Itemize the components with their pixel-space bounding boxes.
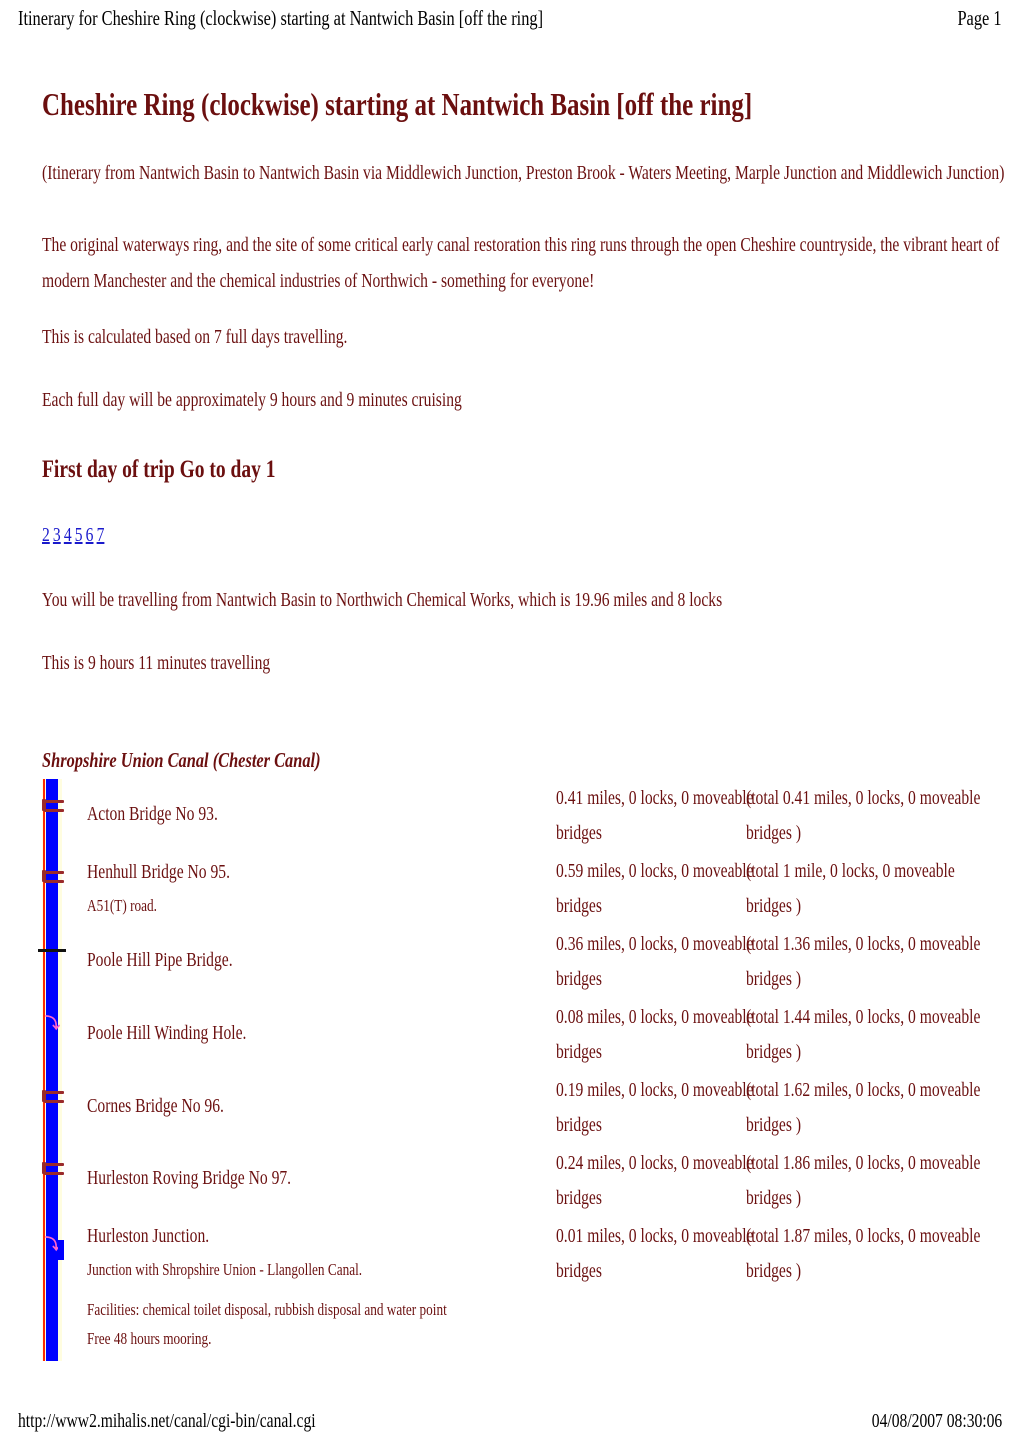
day-link-3[interactable]: 3	[53, 524, 61, 546]
entry-total-distance: (total 1 mile, 0 locks, 0 moveable bridge…	[746, 860, 955, 917]
entry-total-distance: (total 1.86 miles, 0 locks, 0 moveable br…	[746, 1152, 981, 1209]
entry-name: Hurleston Junction.	[87, 1225, 210, 1247]
travel-time: This is 9 hours 11 minutes travelling	[42, 652, 271, 674]
pipe-bridge-icon	[38, 949, 66, 952]
itinerary-route: (Itinerary from Nantwich Basin to Nantwi…	[42, 162, 1005, 184]
print-footer-url: http://www2.mihalis.net/canal/cgi-bin/ca…	[18, 1410, 316, 1432]
day-links: 234567	[42, 524, 126, 547]
canal-name: Shropshire Union Canal (Chester Canal)	[42, 748, 321, 772]
canal-bank	[43, 779, 45, 1361]
entry-total-distance: (total 1.62 miles, 0 locks, 0 moveable br…	[746, 1079, 981, 1136]
entry-total-distance: (total 1.44 miles, 0 locks, 0 moveable br…	[746, 1006, 981, 1063]
junction-arm	[58, 1240, 64, 1260]
description-line: modern Manchester and the chemical indus…	[42, 270, 595, 292]
day-length: Each full day will be approximately 9 ho…	[42, 389, 462, 411]
print-header-page: Page 1	[957, 6, 1002, 30]
page-title: Cheshire Ring (clockwise) starting at Na…	[42, 86, 753, 122]
bridge-icon	[42, 797, 70, 817]
entry-name: Hurleston Roving Bridge No 97.	[87, 1167, 292, 1189]
day-link-5[interactable]: 5	[75, 524, 83, 546]
canal-strip: ⤵ ⤵	[38, 779, 66, 1361]
bridge-icon	[42, 868, 70, 888]
print-header-title: Itinerary for Cheshire Ring (clockwise) …	[18, 6, 544, 30]
entry-total-distance: (total 1.36 miles, 0 locks, 0 moveable br…	[746, 933, 981, 990]
ring-description: The original waterways ring, and the sit…	[42, 227, 1020, 299]
entry-facilities: Facilities: chemical toilet disposal, ru…	[87, 1300, 447, 1319]
day-link-6[interactable]: 6	[86, 524, 94, 546]
entry-name: Acton Bridge No 93.	[87, 803, 218, 825]
canal-water	[46, 779, 58, 1361]
description-line: The original waterways ring, and the sit…	[42, 234, 1000, 256]
day-link-4[interactable]: 4	[64, 524, 72, 546]
entry-note: A51(T) road.	[87, 896, 157, 915]
day-heading: First day of trip Go to day 1	[42, 456, 276, 483]
winding-hole-icon: ⤵	[45, 1014, 61, 1032]
entry-name: Poole Hill Pipe Bridge.	[87, 949, 233, 971]
entry-name: Poole Hill Winding Hole.	[87, 1022, 247, 1044]
bridge-icon	[42, 1088, 70, 1108]
entry-note: Junction with Shropshire Union - Llangol…	[87, 1260, 363, 1279]
entry-name: Cornes Bridge No 96.	[87, 1095, 224, 1117]
entry-name: Henhull Bridge No 95.	[87, 861, 230, 883]
day-link-7[interactable]: 7	[97, 524, 105, 546]
entry-total-distance: (total 1.87 miles, 0 locks, 0 moveable br…	[746, 1225, 981, 1282]
bridge-icon	[42, 1160, 70, 1180]
entry-mooring: Free 48 hours mooring.	[87, 1329, 212, 1348]
day-link-2[interactable]: 2	[42, 524, 50, 546]
entry-total-distance: (total 0.41 miles, 0 locks, 0 moveable br…	[746, 787, 981, 844]
travel-summary: You will be travelling from Nantwich Bas…	[42, 589, 723, 611]
print-footer-datetime: 04/08/2007 08:30:06	[871, 1410, 1002, 1432]
days-basis: This is calculated based on 7 full days …	[42, 326, 348, 348]
